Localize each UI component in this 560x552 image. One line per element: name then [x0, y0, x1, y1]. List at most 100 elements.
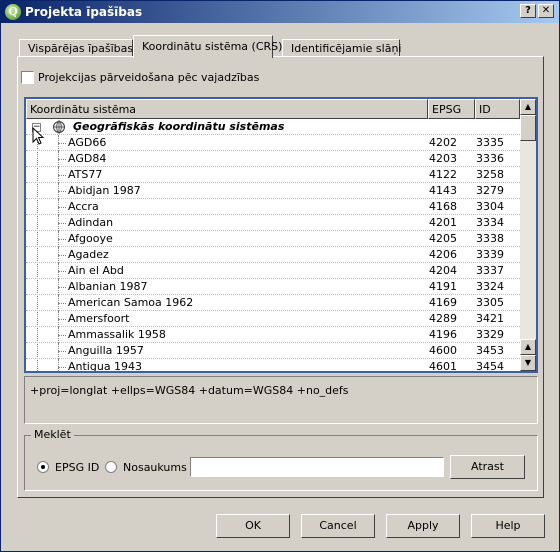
reprojection-checkbox-label[interactable]: Projekcijas pārveidošana pēc vajadzības — [38, 71, 259, 84]
crs-row[interactable]: Antigua 1943 4601 3454 — [26, 359, 520, 371]
title-bar[interactable]: Q Projekta īpašības ? ✕ — [1, 1, 559, 23]
window-title: Projekta īpašības — [25, 5, 143, 19]
crs-id-cell: 3339 — [476, 248, 504, 261]
crs-name-cell: Abidjan 1987 — [68, 184, 141, 197]
crs-epsg-cell: 4206 — [429, 248, 457, 261]
tree-branch-line — [58, 319, 66, 320]
crs-name-cell: Ain el Abd — [68, 264, 124, 277]
crs-epsg-cell: 4289 — [429, 312, 457, 325]
tree-branch-line — [58, 239, 66, 240]
crs-epsg-cell: 4201 — [429, 216, 457, 229]
scroll-up-button[interactable]: ▲ — [520, 99, 536, 115]
scroll-to-top-button[interactable]: ▲ — [520, 339, 536, 355]
crs-id-cell: 3337 — [476, 264, 504, 277]
crs-id-cell: 3258 — [476, 168, 504, 181]
crs-name-cell: Afgooye — [68, 232, 113, 245]
crs-id-cell: 3336 — [476, 152, 504, 165]
crs-row[interactable]: AGD66 4202 3335 — [26, 135, 520, 151]
crs-id-cell: 3334 — [476, 216, 504, 229]
search-input[interactable] — [190, 457, 444, 477]
column-header-epsg[interactable]: EPSG — [428, 99, 475, 119]
crs-row[interactable]: Adindan 4201 3334 — [26, 215, 520, 231]
tree-branch-line — [58, 287, 66, 288]
radio-epsg-id-label[interactable]: EPSG ID — [55, 461, 99, 474]
crs-row[interactable]: Agadez 4206 3339 — [26, 247, 520, 263]
crs-row[interactable]: Accra 4168 3304 — [26, 199, 520, 215]
help-button[interactable]: Help — [471, 514, 545, 538]
crs-row[interactable]: Anguilla 1957 4600 3453 — [26, 343, 520, 359]
column-header-id[interactable]: ID — [475, 99, 520, 119]
crs-name-cell: AGD66 — [68, 136, 107, 149]
tree-branch-line — [58, 191, 66, 192]
crs-name-cell: Albanian 1987 — [68, 280, 148, 293]
radio-name[interactable] — [105, 461, 117, 473]
reprojection-checkbox[interactable] — [21, 71, 34, 84]
crs-epsg-cell: 4191 — [429, 280, 457, 293]
tree-header: Koordinātu sistēma EPSG ID — [26, 99, 520, 119]
crs-epsg-cell: 4143 — [429, 184, 457, 197]
close-icon[interactable]: ✕ — [538, 4, 554, 18]
crs-epsg-cell: 4204 — [429, 264, 457, 277]
tree-branch-line — [58, 175, 66, 176]
crs-row[interactable]: ATS77 4122 3258 — [26, 167, 520, 183]
crs-row[interactable]: Ammassalik 1958 4196 3329 — [26, 327, 520, 343]
tree-group-row[interactable]: − Ģeogrāfiskās koordinātu sistēmas — [26, 119, 520, 135]
scroll-down-button[interactable]: ▼ — [520, 355, 536, 371]
mouse-cursor-icon — [32, 127, 45, 145]
tab-general[interactable]: Vispārējas īpašības — [19, 39, 133, 57]
crs-name-cell: ATS77 — [68, 168, 103, 181]
crs-epsg-cell: 4202 — [429, 136, 457, 149]
column-header-crs[interactable]: Koordinātu sistēma — [26, 99, 428, 119]
crs-row[interactable]: Albanian 1987 4191 3324 — [26, 279, 520, 295]
crs-name-cell: Antigua 1943 — [68, 360, 143, 371]
tree-branch-line — [58, 255, 66, 256]
crs-epsg-cell: 4203 — [429, 152, 457, 165]
crs-name-cell: Amersfoort — [68, 312, 130, 325]
crs-row[interactable]: Afgooye 4205 3338 — [26, 231, 520, 247]
tree-branch-line — [58, 303, 66, 304]
crs-name-cell: AGD84 — [68, 152, 107, 165]
crs-row[interactable]: AGD84 4203 3336 — [26, 151, 520, 167]
tree-branch-line — [58, 159, 66, 160]
qgis-logo-icon: Q — [5, 4, 21, 20]
project-properties-window: Q Projekta īpašības ? ✕ Vispārējas īpašī… — [0, 0, 560, 552]
tree-vertical-scrollbar[interactable]: ▲ ▲ ▼ — [520, 99, 536, 371]
help-icon[interactable]: ? — [520, 4, 536, 18]
radio-epsg-id[interactable] — [37, 461, 49, 473]
radio-name-label[interactable]: Nosaukums — [123, 461, 187, 474]
tree-group-label: Ģeogrāfiskās koordinātu sistēmas — [73, 120, 285, 133]
crs-row[interactable]: Abidjan 1987 4143 3279 — [26, 183, 520, 199]
projection-string-field[interactable]: +proj=longlat +ellps=WGS84 +datum=WGS84 … — [24, 376, 538, 424]
crs-tree[interactable]: Koordinātu sistēma EPSG ID − Ģeogrāfiskā… — [24, 97, 538, 373]
crs-row[interactable]: Amersfoort 4289 3421 — [26, 311, 520, 327]
apply-button[interactable]: Apply — [386, 514, 460, 538]
crs-epsg-cell: 4169 — [429, 296, 457, 309]
crs-epsg-cell: 4600 — [429, 344, 457, 357]
tree-body: − Ģeogrāfiskās koordinātu sistēmas AGD66… — [26, 119, 520, 371]
tree-branch-line — [58, 335, 66, 336]
crs-epsg-cell: 4122 — [429, 168, 457, 181]
crs-id-cell: 3335 — [476, 136, 504, 149]
find-button[interactable]: Atrast — [450, 455, 525, 479]
crs-id-cell: 3279 — [476, 184, 504, 197]
crs-id-cell: 3421 — [476, 312, 504, 325]
crs-id-cell: 3304 — [476, 200, 504, 213]
tab-crs[interactable]: Koordinātu sistēma (CRS) — [133, 35, 282, 58]
crs-name-cell: Accra — [68, 200, 99, 213]
crs-id-cell: 3454 — [476, 360, 504, 371]
tab-identifiable-layers[interactable]: Identificējamie slāņi — [282, 39, 401, 57]
scroll-thumb[interactable] — [520, 115, 536, 141]
tree-branch-line — [58, 351, 66, 352]
crs-row[interactable]: Ain el Abd 4204 3337 — [26, 263, 520, 279]
crs-row[interactable]: American Samoa 1962 4169 3305 — [26, 295, 520, 311]
tree-branch-line — [58, 367, 66, 368]
tree-branch-line — [58, 207, 66, 208]
search-group-title: Meklēt — [31, 428, 74, 441]
crs-epsg-cell: 4601 — [429, 360, 457, 371]
cancel-button[interactable]: Cancel — [301, 514, 375, 538]
crs-epsg-cell: 4196 — [429, 328, 457, 341]
crs-name-cell: Adindan — [68, 216, 114, 229]
ok-button[interactable]: OK — [216, 514, 290, 538]
globe-icon — [53, 120, 65, 134]
crs-name-cell: Agadez — [68, 248, 109, 261]
